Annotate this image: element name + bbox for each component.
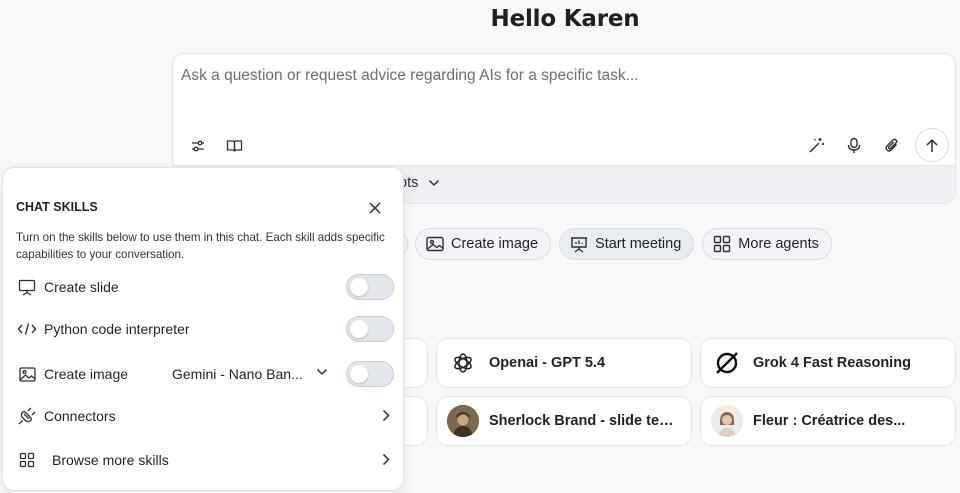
python-interpreter-toggle[interactable]: [346, 316, 394, 342]
agent-name: Fleur : Créatrice des...: [753, 413, 906, 429]
presentation-icon: [16, 276, 38, 298]
arrow-up-icon: [925, 138, 939, 153]
chat-input[interactable]: Ask a question or request advice regardi…: [181, 67, 639, 85]
agent-card-openai[interactable]: Openai - GPT 5.4: [436, 338, 692, 388]
microphone-icon[interactable]: [839, 130, 869, 160]
magic-wand-icon[interactable]: [801, 130, 831, 160]
panel-title: CHAT SKILLS: [16, 200, 98, 214]
send-button[interactable]: [915, 128, 949, 162]
skill-browse-more[interactable]: Browse more skills: [16, 446, 394, 474]
create-slide-toggle[interactable]: [346, 274, 394, 300]
image-icon: [426, 235, 444, 253]
chevron-down-icon[interactable]: [316, 368, 328, 376]
chip-label: Create image: [451, 236, 539, 252]
prompts-dropdown[interactable]: pts: [399, 175, 440, 191]
code-icon: [16, 318, 38, 340]
skill-python-interpreter: Python code interpreter: [16, 315, 394, 343]
sliders-icon[interactable]: [183, 131, 213, 161]
chip-label: More agents: [738, 236, 819, 252]
fleur-avatar: [711, 405, 743, 437]
grid-icon: [713, 235, 731, 253]
skill-label: Python code interpreter: [44, 321, 190, 337]
chip-more-agents[interactable]: More agents: [702, 228, 832, 260]
openai-logo-icon: [447, 347, 479, 379]
agent-card-sherlock[interactable]: Sherlock Brand - slide templa...: [436, 396, 692, 446]
panel-description: Turn on the skills below to use them in …: [16, 231, 385, 261]
grid-icon: [16, 449, 38, 471]
skill-label: Connectors: [44, 408, 116, 424]
chip-start-meeting[interactable]: Start meeting: [559, 228, 695, 260]
chip-label: Start meeting: [595, 236, 682, 252]
paperclip-icon[interactable]: [877, 130, 907, 160]
greeting-title: Hello Karen: [490, 6, 640, 32]
chat-skills-panel: CHAT SKILLS Turn on the skills below to …: [2, 167, 404, 491]
skill-label: Create image: [44, 366, 129, 382]
agent-card-grok[interactable]: Grok 4 Fast Reasoning: [700, 338, 956, 388]
sherlock-avatar: [447, 405, 479, 437]
create-image-toggle[interactable]: [346, 361, 394, 387]
close-button[interactable]: [364, 197, 386, 219]
skill-create-image: Create image Gemini - Nano Ban...: [16, 360, 394, 388]
close-icon: [369, 202, 381, 214]
agent-name: Openai - GPT 5.4: [489, 355, 606, 371]
quick-action-chips: Create image Start meeting More agents: [415, 228, 832, 260]
image-model-select[interactable]: Gemini - Nano Ban...: [172, 366, 306, 382]
plug-icon: [16, 405, 38, 427]
grok-logo-icon: [711, 347, 743, 379]
chip-create-image[interactable]: Create image: [415, 228, 552, 260]
skill-label: Browse more skills: [52, 452, 169, 468]
skill-connectors[interactable]: Connectors: [16, 402, 394, 430]
chevron-right-icon: [382, 453, 390, 466]
agent-name: Grok 4 Fast Reasoning: [753, 355, 911, 371]
agent-card-fleur[interactable]: Fleur : Créatrice des...: [700, 396, 956, 446]
skill-label: Create slide: [44, 279, 119, 295]
chevron-down-icon: [428, 179, 440, 187]
skill-create-slide: Create slide: [16, 273, 394, 301]
agent-name: Sherlock Brand - slide templa...: [489, 413, 681, 429]
book-open-icon[interactable]: [219, 131, 249, 161]
chevron-right-icon: [382, 409, 390, 422]
image-icon: [16, 363, 38, 385]
presentation-icon: [570, 235, 588, 253]
